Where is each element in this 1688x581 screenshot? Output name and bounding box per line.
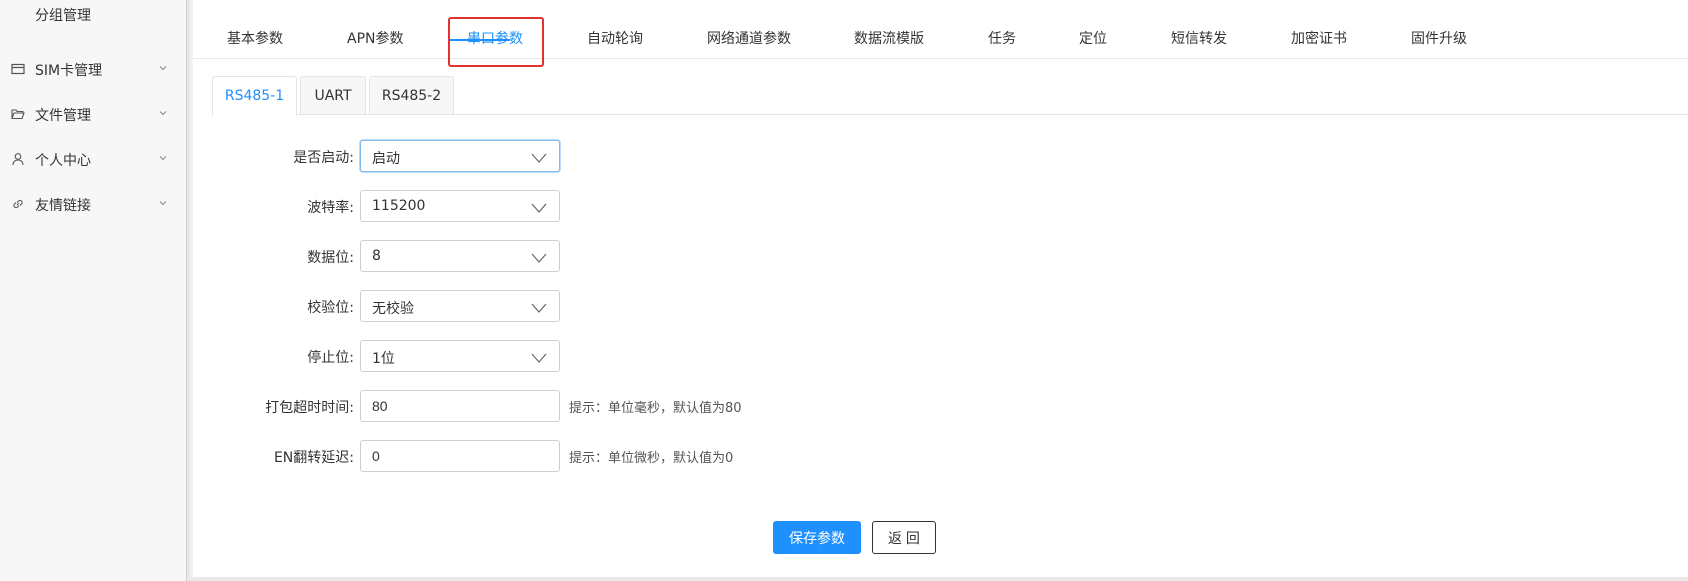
tab-auto-polling[interactable]: 自动轮询 [587,28,643,48]
main-panel: 基本参数 APN参数 串口参数 自动轮询 网络通道参数 数据流模版 任务 定位 … [193,0,1688,577]
sim-card-icon [11,63,25,75]
parity-select[interactable]: 无校验 [360,290,560,322]
sidebar-item-label: 友情链接 [35,198,91,214]
sidebar-item-friend-links[interactable]: 友情链接 [0,190,187,218]
form-row-data-bits: 数据位: 8 [193,240,993,272]
chevron-down-icon [159,201,167,206]
user-icon [12,153,24,166]
enable-label: 是否启动: [293,150,354,166]
chevron-down-icon [531,253,547,263]
link-icon [13,199,23,209]
sidebar-item-label: SIM卡管理 [35,63,103,79]
sidebar-subitem-group-management[interactable]: 分组管理 [35,5,91,25]
baud-rate-select-value: 115200 [372,198,426,214]
chevron-down-icon [159,111,167,116]
serial-port-subtabs: RS485-1 UART RS485-2 [212,76,1688,116]
pack-timeout-input[interactable] [360,390,560,422]
parity-select-value: 无校验 [372,301,414,317]
stop-bits-select[interactable]: 1位 [360,340,560,372]
sidebar-item-sim-management[interactable]: SIM卡管理 [0,55,187,83]
chevron-down-icon [531,353,547,363]
subtab-uart[interactable]: UART [300,76,366,115]
parity-label: 校验位: [307,300,354,316]
form-row-pack-timeout: 打包超时时间: 提示：单位毫秒，默认值为80 [193,390,993,422]
chevron-down-icon [531,303,547,313]
parameter-tabs: 基本参数 APN参数 串口参数 自动轮询 网络通道参数 数据流模版 任务 定位 … [193,18,1688,59]
form-row-parity: 校验位: 无校验 [193,290,993,322]
form-row-stop-bits: 停止位: 1位 [193,340,993,372]
enable-select-value: 启动 [372,151,400,167]
stop-bits-label: 停止位: [307,350,354,366]
tab-apn-params[interactable]: APN参数 [347,28,404,48]
data-bits-label: 数据位: [307,250,354,266]
enable-select[interactable]: 启动 [360,140,560,172]
chevron-down-icon [531,203,547,213]
subtab-rs485-1[interactable]: RS485-1 [212,76,297,116]
sidebar-item-label: 个人中心 [35,153,91,169]
sidebar-item-personal-center[interactable]: 个人中心 [0,145,187,173]
save-params-button[interactable]: 保存参数 [773,521,861,554]
back-button[interactable]: 返 回 [872,521,936,554]
bottom-scrollbar-track [187,577,1688,581]
stop-bits-select-value: 1位 [372,351,395,367]
en-delay-input[interactable] [360,440,560,472]
baud-rate-select[interactable]: 115200 [360,190,560,222]
pack-timeout-hint: 提示：单位毫秒，默认值为80 [569,401,742,416]
data-bits-select-value: 8 [372,248,381,264]
subtab-rs485-2[interactable]: RS485-2 [369,76,454,115]
folder-open-icon [11,109,25,120]
pack-timeout-label: 打包超时时间: [265,400,354,416]
tab-network-channel-params[interactable]: 网络通道参数 [707,28,791,48]
data-bits-select[interactable]: 8 [360,240,560,272]
chevron-down-icon [159,156,167,161]
chevron-down-icon [531,153,547,163]
tab-basic-params[interactable]: 基本参数 [227,28,283,48]
form-row-baud-rate: 波特率: 115200 [193,190,993,222]
tab-location[interactable]: 定位 [1079,28,1107,48]
sidebar-item-file-management[interactable]: 文件管理 [0,100,187,128]
sidebar-item-label: 文件管理 [35,108,91,124]
tab-data-stream-template[interactable]: 数据流模版 [854,28,924,48]
tab-encryption-certificate[interactable]: 加密证书 [1291,28,1347,48]
form-row-enable: 是否启动: 启动 [193,140,993,172]
tab-sms-forwarding[interactable]: 短信转发 [1171,28,1227,48]
annotation-highlight-box [448,17,544,67]
form-row-en-delay: EN翻转延迟: 提示：单位微秒，默认值为0 [193,440,993,472]
en-delay-label: EN翻转延迟: [273,450,354,466]
en-delay-hint: 提示：单位微秒，默认值为0 [569,451,734,466]
tab-tasks[interactable]: 任务 [988,28,1016,48]
tab-firmware-upgrade[interactable]: 固件升级 [1411,28,1467,48]
chevron-down-icon [159,66,167,71]
sidebar: 分组管理 SIM卡管理 文件管理 个人中心 友情链接 [0,0,192,581]
baud-rate-label: 波特率: [307,200,354,216]
